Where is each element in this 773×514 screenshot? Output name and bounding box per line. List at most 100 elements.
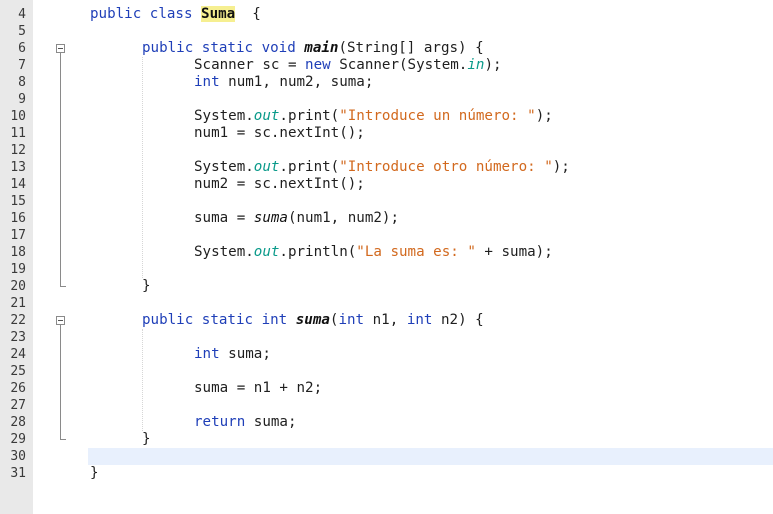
code-token: out [253,159,280,175]
code-text: suma = n1 + n2; [194,380,322,397]
code-line[interactable]: 18 System.out.println("La suma es: " + su… [0,244,773,261]
code-token: suma = n1 + n2; [194,380,323,396]
code-token: suma = [194,210,254,226]
line-number: 27 [10,398,26,413]
code-text: System.out.println("La suma es: " + suma… [194,244,553,261]
line-background [88,295,773,312]
code-token: out [253,108,280,124]
fold-end-marker [60,439,66,440]
code-text: Scanner sc = new Scanner(System.in); [194,57,502,74]
line-background [88,397,773,414]
code-line[interactable]: 26 suma = n1 + n2; [0,380,773,397]
code-line[interactable]: 7 Scanner sc = new Scanner(System.in); [0,57,773,74]
code-token: } [142,431,151,447]
line-background [88,465,773,482]
code-token: n1, [372,312,407,328]
code-text: num2 = sc.nextInt(); [194,176,365,193]
code-line[interactable]: 8 int num1, num2, suma; [0,74,773,91]
code-line[interactable]: 30 [0,448,773,465]
code-line[interactable]: 6 public static void main(String[] args) … [0,40,773,57]
line-background [88,414,773,431]
line-number: 16 [10,211,26,226]
code-token: public static int [142,312,296,328]
code-token: ); [535,108,553,124]
code-line[interactable]: 11 num1 = sc.nextInt(); [0,125,773,142]
code-token: public static void [142,40,305,56]
code-text: num1 = sc.nextInt(); [194,125,365,142]
code-text: public static void main(String[] args) { [142,40,484,57]
code-line[interactable]: 20} [0,278,773,295]
line-background [88,227,773,244]
line-number: 20 [10,279,26,294]
code-line[interactable]: 28 return suma; [0,414,773,431]
code-line[interactable]: 15 [0,193,773,210]
code-text: suma = suma(num1, num2); [194,210,399,227]
code-line[interactable]: 14 num2 = sc.nextInt(); [0,176,773,193]
code-token: in [467,57,485,73]
fold-collapse-icon[interactable] [56,44,65,53]
code-line[interactable]: 13 System.out.print("Introduce otro númer… [0,159,773,176]
code-text: return suma; [194,414,297,431]
code-token: return [194,414,254,430]
code-token: new [305,57,340,73]
line-background [88,346,773,363]
code-line[interactable]: 16 suma = suma(num1, num2); [0,210,773,227]
code-editor[interactable]: 4 public class Suma { 5 6 public static void… [0,0,773,514]
code-line[interactable]: 19 [0,261,773,278]
code-token: n2) { [440,312,484,328]
code-line[interactable]: 29} [0,431,773,448]
code-line[interactable]: 21 [0,295,773,312]
code-token: System. [194,108,254,124]
code-line[interactable]: 25 [0,363,773,380]
line-background [88,278,773,295]
line-number: 18 [10,245,26,260]
fold-collapse-icon[interactable] [56,316,65,325]
code-text: int num1, num2, suma; [194,74,373,91]
code-line[interactable]: 9 [0,91,773,108]
code-token: num2 = sc.nextInt(); [194,176,365,192]
code-text: } [142,278,151,295]
line-number: 22 [10,313,26,328]
code-line[interactable]: 27 [0,397,773,414]
line-number: 21 [10,296,26,311]
line-number: 5 [18,24,26,39]
line-number: 17 [10,228,26,243]
code-text: public class Suma { [90,6,261,23]
line-number: 31 [10,466,26,481]
code-line[interactable]: 10 System.out.print("Introduce un número:… [0,108,773,125]
code-token: "Introduce otro número: " [339,159,553,175]
code-token: ); [484,57,502,73]
code-line[interactable]: 17 [0,227,773,244]
line-number: 11 [10,126,26,141]
line-number: 26 [10,381,26,396]
code-line[interactable]: 5 [0,23,773,40]
code-text: } [142,431,151,448]
code-token: int [194,346,229,362]
line-number: 8 [18,75,26,90]
code-token: suma; [253,414,297,430]
indent-guide [142,329,144,431]
code-line[interactable]: 4 public class Suma { [0,6,773,23]
code-line[interactable]: 23 [0,329,773,346]
line-background [88,125,773,142]
code-line[interactable]: 24 int suma; [0,346,773,363]
line-background [88,23,773,40]
code-line[interactable]: 31} [0,465,773,482]
code-token: num1, num2, suma; [228,74,374,90]
fold-range-line [60,325,61,439]
code-token: { [235,6,261,22]
line-background [88,210,773,227]
line-number: 29 [10,432,26,447]
code-line[interactable]: 12 [0,142,773,159]
code-line[interactable]: 22 public static int suma(int n1, int n2)… [0,312,773,329]
line-number: 4 [18,7,26,22]
line-number: 6 [18,41,26,56]
code-token: num1 = sc.nextInt(); [194,125,365,141]
line-number: 19 [10,262,26,277]
line-background [88,142,773,159]
line-background [88,329,773,346]
code-token: } [142,278,151,294]
line-number: 12 [10,143,26,158]
code-token: Scanner sc = [194,57,306,73]
code-token: "Introduce un número: " [339,108,536,124]
